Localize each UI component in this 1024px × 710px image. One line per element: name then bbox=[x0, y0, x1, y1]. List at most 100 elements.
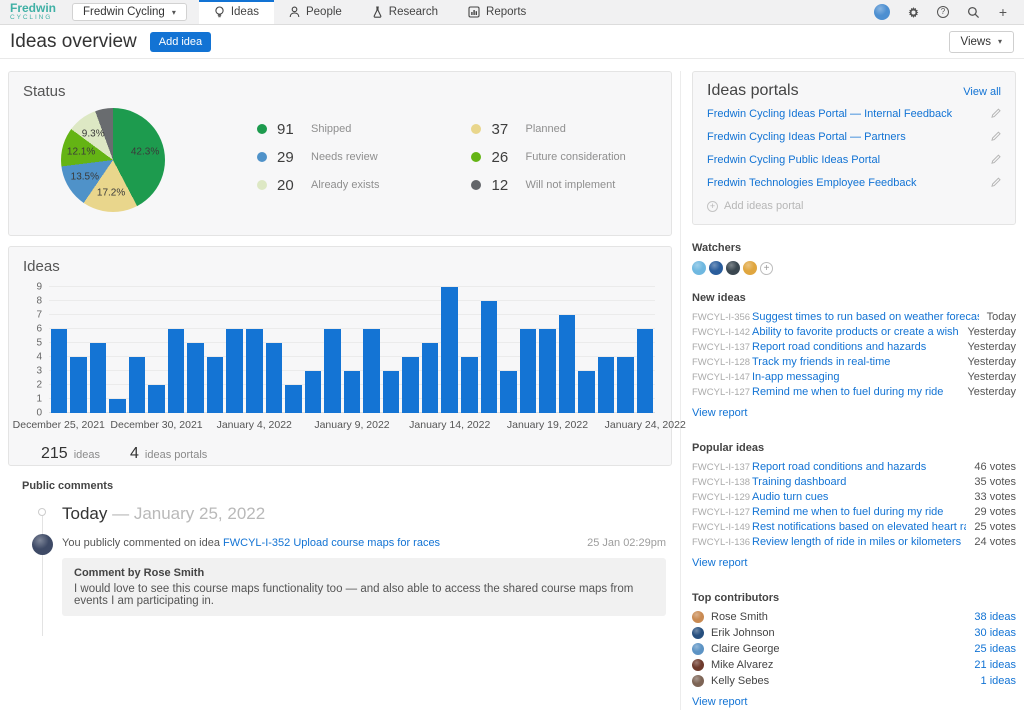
bar bbox=[109, 399, 126, 413]
pie-percent-label: 42.3% bbox=[131, 147, 159, 158]
add-idea-button[interactable]: Add idea bbox=[150, 32, 211, 52]
tab-reports[interactable]: Reports bbox=[453, 0, 541, 24]
ideas-portals-header: Ideas portals View all bbox=[707, 82, 1001, 100]
bar bbox=[129, 357, 146, 413]
report-chart-icon bbox=[468, 6, 480, 18]
views-button[interactable]: Views ▾ bbox=[949, 31, 1014, 53]
idea-link[interactable]: Remind me when to fuel during my ride bbox=[752, 506, 966, 518]
bar bbox=[226, 329, 243, 413]
portal-link[interactable]: Fredwin Cycling Public Ideas Portal bbox=[707, 154, 991, 166]
add-watcher-button[interactable]: + bbox=[760, 262, 773, 275]
user-avatar[interactable] bbox=[874, 4, 890, 20]
bar bbox=[207, 357, 224, 413]
pencil-icon[interactable] bbox=[991, 105, 1001, 123]
x-axis-tick-label: December 25, 2021 bbox=[13, 419, 105, 431]
watcher-avatar[interactable] bbox=[692, 261, 706, 275]
idea-meta: Yesterday bbox=[967, 326, 1016, 338]
add-ideas-portal-button[interactable]: + Add ideas portal bbox=[707, 200, 1001, 212]
tab-label: People bbox=[306, 6, 342, 18]
idea-link[interactable]: Audio turn cues bbox=[752, 491, 966, 503]
portal-link[interactable]: Fredwin Technologies Employee Feedback bbox=[707, 177, 991, 189]
portal-link[interactable]: Fredwin Cycling Ideas Portal — Partners bbox=[707, 131, 991, 143]
bar bbox=[637, 329, 654, 413]
new-ideas-view-report-link[interactable]: View report bbox=[692, 407, 747, 419]
status-panel-body: 42.3%17.2%13.5%12.1%9.3% 91Shipped29Need… bbox=[23, 100, 657, 212]
summary-item: 4ideas portals bbox=[130, 445, 207, 463]
view-all-link[interactable]: View all bbox=[963, 86, 1001, 98]
legend-count: 29 bbox=[277, 149, 301, 166]
workspace-selector[interactable]: Fredwin Cycling ▾ bbox=[72, 3, 187, 21]
legend-count: 91 bbox=[277, 121, 301, 138]
idea-id: FWCYL-I-147 bbox=[692, 372, 752, 383]
idea-link[interactable]: FWCYL-I-352 Upload course maps for races bbox=[223, 537, 440, 549]
pencil-icon[interactable] bbox=[991, 174, 1001, 192]
contributor-ideas-link[interactable]: 25 ideas bbox=[974, 643, 1016, 655]
popular-ideas-view-report-link[interactable]: View report bbox=[692, 557, 747, 569]
watcher-avatar[interactable] bbox=[709, 261, 723, 275]
chevron-down-icon: ▾ bbox=[172, 8, 176, 17]
watchers-row: + bbox=[692, 261, 1016, 275]
contributor-ideas-link[interactable]: 1 ideas bbox=[981, 675, 1016, 687]
idea-link[interactable]: Rest notifications based on elevated hea… bbox=[752, 521, 966, 533]
tab-ideas[interactable]: Ideas bbox=[199, 0, 274, 24]
pencil-icon[interactable] bbox=[991, 151, 1001, 169]
bar bbox=[305, 371, 322, 413]
tab-research[interactable]: Research bbox=[357, 0, 453, 24]
contributor-ideas-link[interactable]: 30 ideas bbox=[974, 627, 1016, 639]
top-contributors-view-report-link[interactable]: View report bbox=[692, 696, 747, 708]
idea-link[interactable]: Track my friends in real-time bbox=[752, 356, 959, 368]
idea-link[interactable]: Review length of ride in miles or kilome… bbox=[752, 536, 966, 548]
bar bbox=[481, 301, 498, 413]
search-icon[interactable] bbox=[966, 5, 980, 19]
plus-icon[interactable]: + bbox=[996, 5, 1010, 19]
portal-link[interactable]: Fredwin Cycling Ideas Portal — Internal … bbox=[707, 108, 991, 120]
summary-label: ideas portals bbox=[145, 449, 207, 461]
bar bbox=[344, 371, 361, 413]
sidebar: Ideas portals View all Fredwin Cycling I… bbox=[680, 71, 1016, 710]
idea-meta: Yesterday bbox=[967, 341, 1016, 353]
idea-link[interactable]: In-app messaging bbox=[752, 371, 959, 383]
comment-entry-prefix: You publicly commented on idea bbox=[62, 537, 223, 549]
gear-icon[interactable] bbox=[906, 5, 920, 19]
nav-spacer bbox=[541, 0, 874, 24]
idea-link[interactable]: Training dashboard bbox=[752, 476, 966, 488]
contributor-ideas-link[interactable]: 38 ideas bbox=[974, 611, 1016, 623]
watchers-title: Watchers bbox=[692, 242, 1016, 254]
comment-body: I would love to see this course maps fun… bbox=[74, 583, 654, 607]
legend-item: 29Needs review bbox=[257, 149, 379, 166]
contributor-row: Erik Johnson30 ideas bbox=[692, 627, 1016, 639]
commenter-avatar bbox=[32, 534, 53, 555]
tab-people[interactable]: People bbox=[274, 0, 357, 24]
watcher-avatar[interactable] bbox=[726, 261, 740, 275]
top-nav: Fredwin CYCLING Fredwin Cycling ▾ Ideas … bbox=[0, 0, 1024, 25]
contributor-ideas-link[interactable]: 21 ideas bbox=[974, 659, 1016, 671]
bar bbox=[324, 329, 341, 413]
idea-id: FWCYL-I-128 bbox=[692, 357, 752, 368]
pie-percent-label: 9.3% bbox=[82, 128, 105, 139]
ideas-portals-panel: Ideas portals View all Fredwin Cycling I… bbox=[692, 71, 1016, 225]
timeline-dot bbox=[38, 508, 46, 516]
idea-id: FWCYL-I-138 bbox=[692, 477, 752, 488]
bar bbox=[90, 343, 107, 413]
idea-link[interactable]: Ability to favorite products or create a… bbox=[752, 326, 959, 338]
idea-link[interactable]: Report road conditions and hazards bbox=[752, 461, 966, 473]
lightbulb-icon bbox=[214, 6, 225, 18]
bar bbox=[187, 343, 204, 413]
timeline-date-full: — January 25, 2022 bbox=[107, 504, 265, 523]
pencil-icon[interactable] bbox=[991, 128, 1001, 146]
watcher-avatar[interactable] bbox=[743, 261, 757, 275]
bar bbox=[246, 329, 263, 413]
idea-id: FWCYL-I-137 bbox=[692, 462, 752, 473]
bar bbox=[266, 343, 283, 413]
brand-name: Fredwin bbox=[10, 3, 56, 14]
contributor-avatar bbox=[692, 611, 704, 623]
legend-dot bbox=[257, 180, 267, 190]
legend-item: 37Planned bbox=[471, 121, 625, 138]
idea-link[interactable]: Remind me when to fuel during my ride bbox=[752, 386, 959, 398]
comments-timeline: Today — January 25, 2022 You publicly co… bbox=[22, 504, 672, 636]
tab-label: Ideas bbox=[231, 6, 259, 18]
idea-link[interactable]: Suggest times to run based on weather fo… bbox=[752, 311, 979, 323]
help-icon[interactable]: ? bbox=[936, 5, 950, 19]
idea-link[interactable]: Report road conditions and hazards bbox=[752, 341, 959, 353]
legend-label: Future consideration bbox=[525, 151, 625, 163]
